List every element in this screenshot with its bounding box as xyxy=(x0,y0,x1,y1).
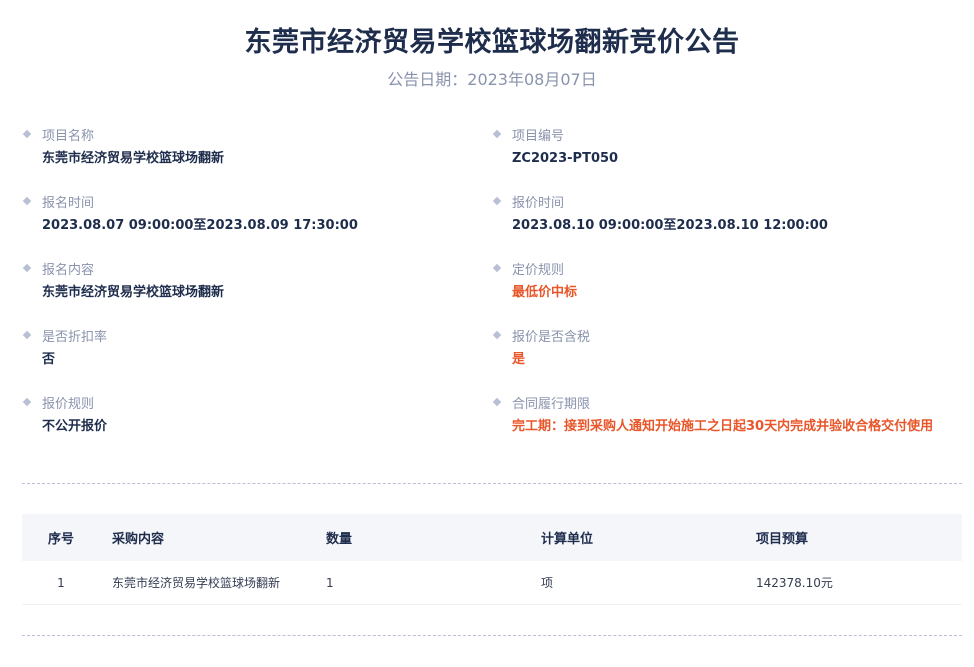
cell-budget: 142378.10元 xyxy=(756,576,833,590)
page-title: 东莞市经济贸易学校篮球场翻新竞价公告 xyxy=(244,27,740,58)
table-header: 序号 采购内容 数量 计算单位 项目预算 xyxy=(22,514,962,561)
info-label: 项目编号 xyxy=(512,129,565,144)
header-index: 序号 xyxy=(47,532,74,547)
info-label: 报名时间 xyxy=(42,196,95,211)
header-quantity: 数量 xyxy=(326,532,353,547)
info-label: 项目名称 xyxy=(42,129,95,144)
diamond-bullet-icon xyxy=(22,397,32,407)
info-value: 东莞市经济贸易学校篮球场翻新 xyxy=(42,285,225,300)
info-label: 是否折扣率 xyxy=(42,330,108,345)
info-value: 最低价中标 xyxy=(512,285,578,300)
cell-index: 1 xyxy=(57,575,65,590)
header-unit: 计算单位 xyxy=(541,532,594,547)
info-value: 2023.08.07 09:00:00至2023.08.09 17:30:00 xyxy=(42,218,358,233)
info-label: 报价时间 xyxy=(512,196,565,211)
cell-quantity: 1 xyxy=(326,575,334,590)
info-label: 报名内容 xyxy=(42,263,95,278)
procurement-table: 序号 采购内容 数量 计算单位 项目预算 1 东莞市经济贸易学校篮球场翻新 1 … xyxy=(22,514,962,605)
info-value: ZC2023-PT050 xyxy=(512,151,619,166)
diamond-bullet-icon xyxy=(492,397,502,407)
dashed-divider xyxy=(22,483,962,484)
diamond-bullet-icon xyxy=(22,196,32,206)
info-value: 东莞市经济贸易学校篮球场翻新 xyxy=(42,151,225,166)
info-value: 否 xyxy=(42,352,56,367)
info-value: 是 xyxy=(512,352,526,367)
header-budget: 项目预算 xyxy=(756,532,809,547)
diamond-bullet-icon xyxy=(22,330,32,340)
info-value: 2023.08.10 09:00:00至2023.08.10 12:00:00 xyxy=(512,218,828,233)
dashed-divider xyxy=(22,635,962,636)
diamond-bullet-icon xyxy=(22,129,32,139)
info-value: 不公开报价 xyxy=(42,419,108,434)
diamond-bullet-icon xyxy=(22,263,32,273)
diamond-bullet-icon xyxy=(492,330,502,340)
cell-unit: 项 xyxy=(541,576,554,590)
cell-content: 东莞市经济贸易学校篮球场翻新 xyxy=(112,576,281,590)
info-label: 定价规则 xyxy=(512,263,565,278)
info-label: 报价是否含税 xyxy=(512,330,591,345)
diamond-bullet-icon xyxy=(492,129,502,139)
table-row: 1 东莞市经济贸易学校篮球场翻新 1 项 142378.10元 xyxy=(22,561,962,605)
header-content: 采购内容 xyxy=(112,532,165,547)
announcement-page: 东莞市经济贸易学校篮球场翻新竞价公告 公告日期：2023年08月07日 项目名称… xyxy=(0,0,974,667)
info-label: 合同履行期限 xyxy=(512,397,591,412)
info-value: 完工期：接到采购人通知开始施工之日起30天内完成并验收合格交付使用 xyxy=(512,419,934,434)
diamond-bullet-icon xyxy=(492,196,502,206)
announcement-date: 公告日期：2023年08月07日 xyxy=(387,70,597,89)
info-label: 报价规则 xyxy=(42,397,95,412)
diamond-bullet-icon xyxy=(492,263,502,273)
